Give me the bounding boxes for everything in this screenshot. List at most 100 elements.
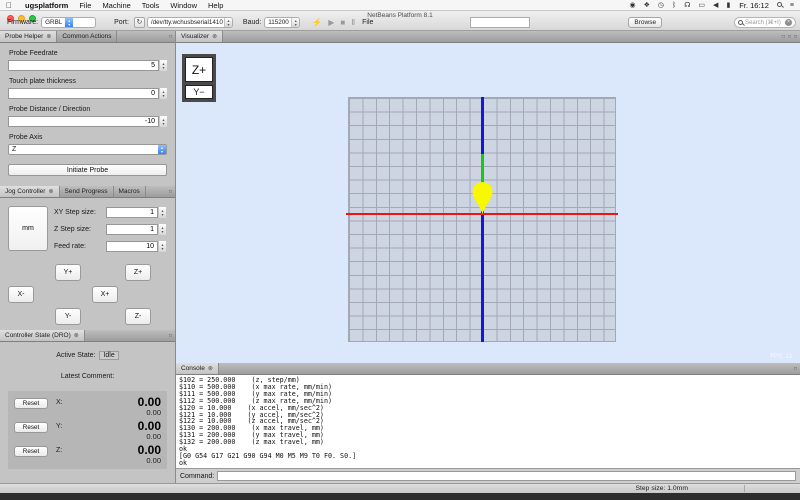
refresh-ports-button[interactable]: ↻: [133, 17, 145, 28]
jog-z-plus-button[interactable]: Z+: [125, 264, 151, 281]
menu-help[interactable]: Help: [208, 0, 223, 11]
console-tabrow: Console ⊗ □: [176, 363, 800, 375]
close-tab-icon[interactable]: ⊗: [74, 332, 79, 339]
jog-panel: Jog Controller ⊗ Send Progress Macros □ …: [0, 186, 175, 330]
console-output[interactable]: $102 = 250.000 (z, step/mm) $110 = 500.0…: [176, 375, 800, 469]
window-menu-icon[interactable]: □: [794, 366, 797, 372]
menu-file[interactable]: File: [79, 0, 91, 11]
play-button[interactable]: ▶: [328, 17, 334, 28]
battery-icon[interactable]: ▮: [726, 0, 730, 11]
probe-feedrate-input[interactable]: [8, 60, 159, 71]
dro-body: Active State: Idle Latest Comment: Reset…: [0, 342, 175, 482]
window-menu-icon[interactable]: □: [169, 333, 172, 339]
reset-x-button[interactable]: Reset: [14, 398, 48, 409]
probe-axis-combo[interactable]: Z ▴ ▾: [8, 144, 167, 155]
search-field[interactable]: Search (⌘+I) ×: [734, 17, 796, 28]
tab-probe-helper[interactable]: Probe Helper ⊗: [0, 31, 58, 42]
latest-comment-label: Latest Comment:: [60, 373, 115, 380]
jog-x-minus-button[interactable]: X-: [8, 286, 34, 303]
tool-position-arrow: [472, 182, 493, 214]
maximize-group-icon[interactable]: □: [794, 34, 797, 40]
menu-window[interactable]: Window: [170, 0, 197, 11]
port-combo[interactable]: /dev/tty.wchusbserial1410 ▴ ▾: [146, 17, 233, 28]
visualizer-tabrow: Visualizer ⊗ □ □ □: [176, 31, 800, 43]
xy-step-input[interactable]: [106, 207, 158, 218]
x-machine-position: 0.00: [146, 408, 161, 417]
reset-z-button[interactable]: Reset: [14, 446, 48, 457]
z-work-position: 0.00: [137, 443, 161, 457]
menu-machine[interactable]: Machine: [102, 0, 130, 11]
units-toggle-button[interactable]: mm: [8, 206, 48, 251]
visualizer-canvas[interactable]: Z+ Y− FPS: 13: [176, 43, 800, 363]
z-step-spinner: ▴▾: [106, 224, 166, 235]
x-work-position: 0.00: [137, 395, 161, 409]
file-path-input[interactable]: [470, 17, 531, 28]
controller-icon[interactable]: ◉: [630, 0, 636, 11]
toolpath-segment: [481, 154, 484, 184]
tab-console[interactable]: Console ⊗: [176, 363, 219, 374]
z-step-row: Z Step size: ▴▾: [54, 224, 166, 235]
pause-button[interactable]: Ⅱ: [351, 17, 355, 28]
window-menu-icon[interactable]: □: [169, 34, 172, 40]
browse-button[interactable]: Browse: [628, 17, 663, 28]
overlay-z-plus-button[interactable]: Z+: [185, 57, 213, 82]
close-tab-icon[interactable]: ⊗: [212, 33, 217, 40]
reset-y-button[interactable]: Reset: [14, 422, 48, 433]
tab-visualizer[interactable]: Visualizer ⊗: [176, 31, 224, 42]
float-group-icon[interactable]: □: [788, 34, 791, 40]
stepper-icon[interactable]: ▴ ▾: [158, 207, 166, 218]
stepper-icon[interactable]: ▴ ▾: [158, 241, 166, 252]
stepper-icon[interactable]: ▴ ▾: [159, 60, 167, 71]
spotlight-search-icon[interactable]: [776, 0, 782, 11]
stop-button[interactable]: ■: [340, 17, 345, 28]
jog-z-minus-button[interactable]: Z-: [125, 308, 151, 325]
close-tab-icon[interactable]: ⊗: [48, 188, 53, 195]
dro-box: Reset X: 0.00 0.00 Reset Y: 0.00 0.00 Re…: [8, 391, 167, 469]
overlay-y-minus-button[interactable]: Y−: [185, 85, 213, 99]
volume-icon[interactable]: ◀: [713, 0, 718, 11]
touch-plate-input[interactable]: [8, 88, 159, 99]
wifi-icon[interactable]: ☊: [684, 0, 690, 11]
close-tab-icon[interactable]: ⊗: [46, 33, 51, 40]
tab-send-progress[interactable]: Send Progress: [60, 186, 114, 197]
display-icon[interactable]: ▭: [698, 0, 705, 11]
firmware-combo[interactable]: GRBL ▴ ▾: [41, 17, 97, 28]
dro-panel: Controller State (DRO) ⊗ □ Active State:…: [0, 330, 175, 483]
probe-distance-spinner: ▴▾: [8, 116, 167, 127]
chevron-up-down-icon: ▴ ▾: [291, 18, 300, 27]
clear-search-icon[interactable]: ×: [785, 19, 792, 26]
menubar-clock[interactable]: Fr. 16:12: [739, 1, 769, 10]
close-tab-icon[interactable]: ⊗: [208, 365, 213, 372]
baud-label: Baud:: [242, 19, 262, 26]
dropbox-icon[interactable]: ❖: [644, 0, 650, 11]
stepper-icon[interactable]: ▴ ▾: [159, 116, 167, 127]
z-step-input[interactable]: [106, 224, 158, 235]
stepper-icon[interactable]: ▴ ▾: [158, 224, 166, 235]
menu-tools[interactable]: Tools: [142, 0, 160, 11]
jog-x-plus-button[interactable]: X+: [92, 286, 118, 303]
touch-plate-spinner: ▴▾: [8, 88, 167, 99]
tab-controller-state[interactable]: Controller State (DRO) ⊗: [0, 330, 85, 341]
initiate-probe-button[interactable]: Initiate Probe: [8, 164, 167, 176]
notification-center-icon[interactable]: ≡: [790, 0, 794, 11]
tab-jog-controller[interactable]: Jog Controller ⊗: [0, 186, 60, 197]
minimize-group-icon[interactable]: □: [782, 34, 785, 40]
menu-app-name[interactable]: ugsplatform: [25, 0, 68, 11]
window-menu-icon[interactable]: □: [169, 189, 172, 195]
command-row: Command:: [176, 469, 800, 483]
tab-macros[interactable]: Macros: [114, 186, 146, 197]
connect-button[interactable]: ⚡: [312, 17, 322, 28]
command-input[interactable]: [217, 471, 796, 481]
bluetooth-icon[interactable]: ᛒ: [672, 0, 676, 11]
tab-common-actions[interactable]: Common Actions: [57, 31, 118, 42]
window-bottom-edge: [0, 493, 800, 500]
window-chrome: NetBeans Platform 8.1 Firmware: GRBL ▴ ▾ …: [0, 11, 800, 31]
baud-combo[interactable]: 115200 ▴ ▾: [264, 17, 301, 28]
jog-y-plus-button[interactable]: Y+: [55, 264, 81, 281]
jog-y-minus-button[interactable]: Y-: [55, 308, 81, 325]
stepper-icon[interactable]: ▴ ▾: [159, 88, 167, 99]
apple-menu-icon[interactable]: : [6, 1, 13, 9]
feed-rate-input[interactable]: [106, 241, 158, 252]
probe-distance-input[interactable]: [8, 116, 159, 127]
time-machine-icon[interactable]: ◷: [658, 0, 664, 11]
